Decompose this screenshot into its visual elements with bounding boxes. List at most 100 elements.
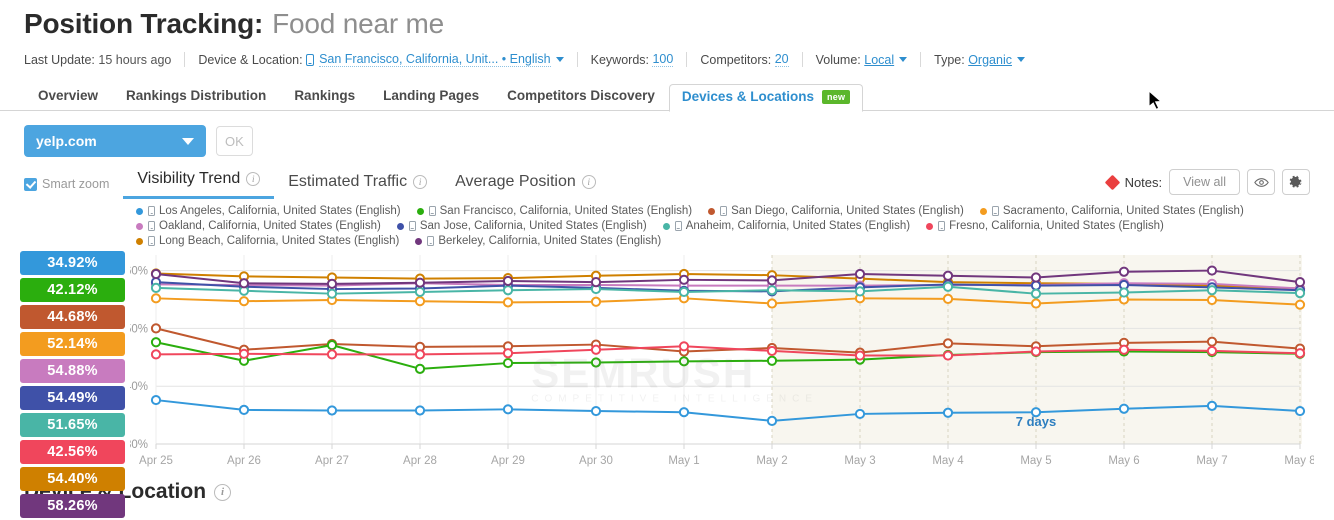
info-icon[interactable]: i <box>581 175 596 189</box>
series-point[interactable] <box>1294 348 1306 359</box>
series-point[interactable] <box>1206 285 1218 296</box>
series-point[interactable] <box>326 340 338 351</box>
series-point[interactable] <box>502 297 514 308</box>
series-point[interactable] <box>854 408 866 420</box>
domain-select[interactable]: yelp.com <box>24 125 206 157</box>
series-point[interactable] <box>502 357 514 369</box>
series-point[interactable] <box>1118 403 1130 414</box>
series-point[interactable] <box>326 405 338 416</box>
series-point[interactable] <box>238 404 250 415</box>
legend-item[interactable]: Fresno, California, United States (Engli… <box>926 220 1164 232</box>
series-point[interactable] <box>1118 266 1130 277</box>
series-point[interactable] <box>942 281 954 292</box>
series-point[interactable] <box>1206 294 1218 306</box>
series-point[interactable] <box>942 293 954 304</box>
tab-average-position[interactable]: Average Position i <box>441 173 610 199</box>
series-point[interactable] <box>766 415 778 426</box>
keywords-value[interactable]: 100 <box>652 52 674 67</box>
meta-device-location[interactable]: Device & Location: San Francisco, Califo… <box>198 52 564 67</box>
legend-item[interactable]: Berkeley, California, United States (Eng… <box>415 235 661 247</box>
series-point[interactable] <box>590 405 602 417</box>
checkbox-checked-icon[interactable] <box>24 177 37 191</box>
competitors-value[interactable]: 20 <box>774 52 789 67</box>
series-point[interactable] <box>854 350 866 361</box>
smart-zoom-toggle[interactable]: Smart zoom <box>24 177 109 199</box>
tab-rankings-distribution[interactable]: Rankings Distribution <box>112 83 280 111</box>
tab-visibility-trend[interactable]: Visibility Trend i <box>123 170 275 199</box>
eye-icon[interactable] <box>1247 169 1275 195</box>
series-point[interactable] <box>678 356 690 367</box>
legend-item[interactable]: Sacramento, California, United States (E… <box>979 205 1244 217</box>
series-point[interactable] <box>150 337 162 348</box>
series-point[interactable] <box>1030 280 1042 291</box>
series-point[interactable] <box>766 345 778 357</box>
series-point[interactable] <box>1030 272 1042 283</box>
legend-item[interactable]: Anaheim, California, United States (Engl… <box>662 220 910 232</box>
type-value[interactable]: Organic <box>968 53 1012 67</box>
volume-value[interactable]: Local <box>864 53 894 67</box>
series-point[interactable] <box>1030 346 1042 357</box>
series-point[interactable] <box>150 323 162 334</box>
tab-rankings[interactable]: Rankings <box>280 83 369 111</box>
series-point[interactable] <box>590 296 602 307</box>
ok-button[interactable]: OK <box>216 126 253 156</box>
series-point[interactable] <box>1294 277 1306 288</box>
meta-volume[interactable]: Volume: Local <box>816 53 908 67</box>
chevron-down-icon[interactable] <box>899 57 908 62</box>
series-point[interactable] <box>1118 287 1130 298</box>
series-point[interactable] <box>326 349 338 360</box>
series-point[interactable] <box>766 285 778 296</box>
series-point[interactable] <box>678 274 690 285</box>
series-point[interactable] <box>150 394 162 406</box>
series-point[interactable] <box>502 285 514 296</box>
device-location-value[interactable]: San Francisco, California, Unit... • Eng… <box>319 52 551 67</box>
series-point[interactable] <box>1206 265 1218 276</box>
chevron-down-icon[interactable] <box>555 57 564 62</box>
series-point[interactable] <box>414 277 426 288</box>
meta-type[interactable]: Type: Organic <box>934 53 1025 67</box>
series-point[interactable] <box>502 404 514 415</box>
series-point[interactable] <box>590 277 602 288</box>
view-all-notes-button[interactable]: View all <box>1169 169 1240 195</box>
chevron-down-icon[interactable] <box>1016 57 1025 62</box>
tab-overview[interactable]: Overview <box>24 83 112 111</box>
info-icon[interactable]: i <box>413 175 428 189</box>
series-point[interactable] <box>942 407 954 418</box>
tab-competitors-discovery[interactable]: Competitors Discovery <box>493 83 669 111</box>
series-point[interactable] <box>678 286 690 298</box>
series-point[interactable] <box>1206 400 1218 411</box>
series-point[interactable] <box>766 275 778 286</box>
series-point[interactable] <box>326 288 338 299</box>
series-point[interactable] <box>1294 288 1306 299</box>
series-point[interactable] <box>942 350 954 361</box>
info-icon[interactable]: i <box>246 172 261 186</box>
series-point[interactable] <box>1206 336 1218 347</box>
series-point[interactable] <box>766 298 778 309</box>
series-point[interactable] <box>1206 345 1218 357</box>
tab-landing-pages[interactable]: Landing Pages <box>369 83 493 111</box>
series-point[interactable] <box>150 293 162 304</box>
series-point[interactable] <box>150 282 162 294</box>
series-point[interactable] <box>150 349 162 360</box>
series-point[interactable] <box>678 407 690 418</box>
series-point[interactable] <box>942 270 954 281</box>
series-point[interactable] <box>414 349 426 360</box>
series-point[interactable] <box>502 348 514 359</box>
tab-estimated-traffic[interactable]: Estimated Traffic i <box>274 173 441 199</box>
series-point[interactable] <box>590 357 602 368</box>
series-point[interactable] <box>1294 405 1306 417</box>
legend-item[interactable]: San Francisco, California, United States… <box>416 205 692 217</box>
series-point[interactable] <box>326 278 338 289</box>
legend-item[interactable]: San Diego, California, United States (En… <box>708 205 964 217</box>
series-point[interactable] <box>238 296 250 307</box>
series-point[interactable] <box>414 296 426 307</box>
series-point[interactable] <box>414 363 426 374</box>
series-point[interactable] <box>414 405 426 416</box>
series-point[interactable] <box>942 338 954 349</box>
series-point[interactable] <box>150 268 162 280</box>
legend-item[interactable]: San Jose, California, United States (Eng… <box>396 220 647 232</box>
series-point[interactable] <box>678 341 690 352</box>
series-point[interactable] <box>1118 344 1130 355</box>
series-point[interactable] <box>590 344 602 355</box>
series-point[interactable] <box>854 286 866 297</box>
